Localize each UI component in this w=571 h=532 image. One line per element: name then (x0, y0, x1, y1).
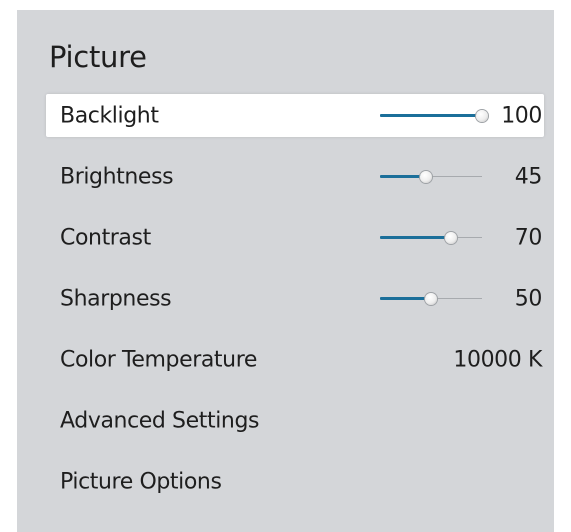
backlight-label: Backlight (60, 103, 159, 128)
menu-item-sharpness[interactable]: Sharpness 50 (46, 277, 544, 320)
backlight-slider[interactable] (380, 109, 488, 122)
contrast-label: Contrast (60, 225, 151, 250)
slider-knob[interactable] (476, 109, 488, 122)
brightness-value: 45 (514, 164, 543, 189)
menu-item-advanced-settings[interactable]: Advanced Settings (46, 399, 544, 442)
picture-options-label: Picture Options (60, 469, 222, 494)
brightness-slider[interactable] (380, 170, 482, 183)
menu-item-brightness[interactable]: Brightness 45 (46, 155, 544, 198)
slider-knob[interactable] (419, 170, 432, 183)
slider-knob[interactable] (445, 231, 458, 244)
menu-item-picture-options[interactable]: Picture Options (46, 460, 544, 503)
menu-item-backlight[interactable]: Backlight 100 (46, 94, 544, 137)
color-temperature-value: 10000 K (453, 347, 542, 372)
advanced-settings-label: Advanced Settings (60, 408, 260, 433)
sharpness-value: 50 (514, 286, 543, 311)
brightness-label: Brightness (60, 164, 174, 189)
menu-title: Picture (49, 40, 147, 74)
picture-menu-panel: Picture Backlight 100 Brightness 45 Cont… (17, 10, 554, 532)
slider-knob[interactable] (425, 292, 437, 305)
sharpness-label: Sharpness (60, 286, 172, 311)
picture-settings-list: Backlight 100 Brightness 45 Contrast 70 … (46, 94, 544, 521)
color-temperature-label: Color Temperature (60, 347, 257, 372)
slider-fill (380, 296, 431, 300)
backlight-value: 100 (501, 103, 542, 128)
menu-item-contrast[interactable]: Contrast 70 (46, 216, 544, 259)
slider-fill (380, 235, 452, 239)
menu-item-color-temperature[interactable]: Color Temperature 10000 K (46, 338, 544, 381)
contrast-slider[interactable] (380, 231, 482, 244)
contrast-value: 70 (514, 225, 543, 250)
sharpness-slider[interactable] (380, 292, 482, 305)
slider-fill (380, 113, 482, 117)
